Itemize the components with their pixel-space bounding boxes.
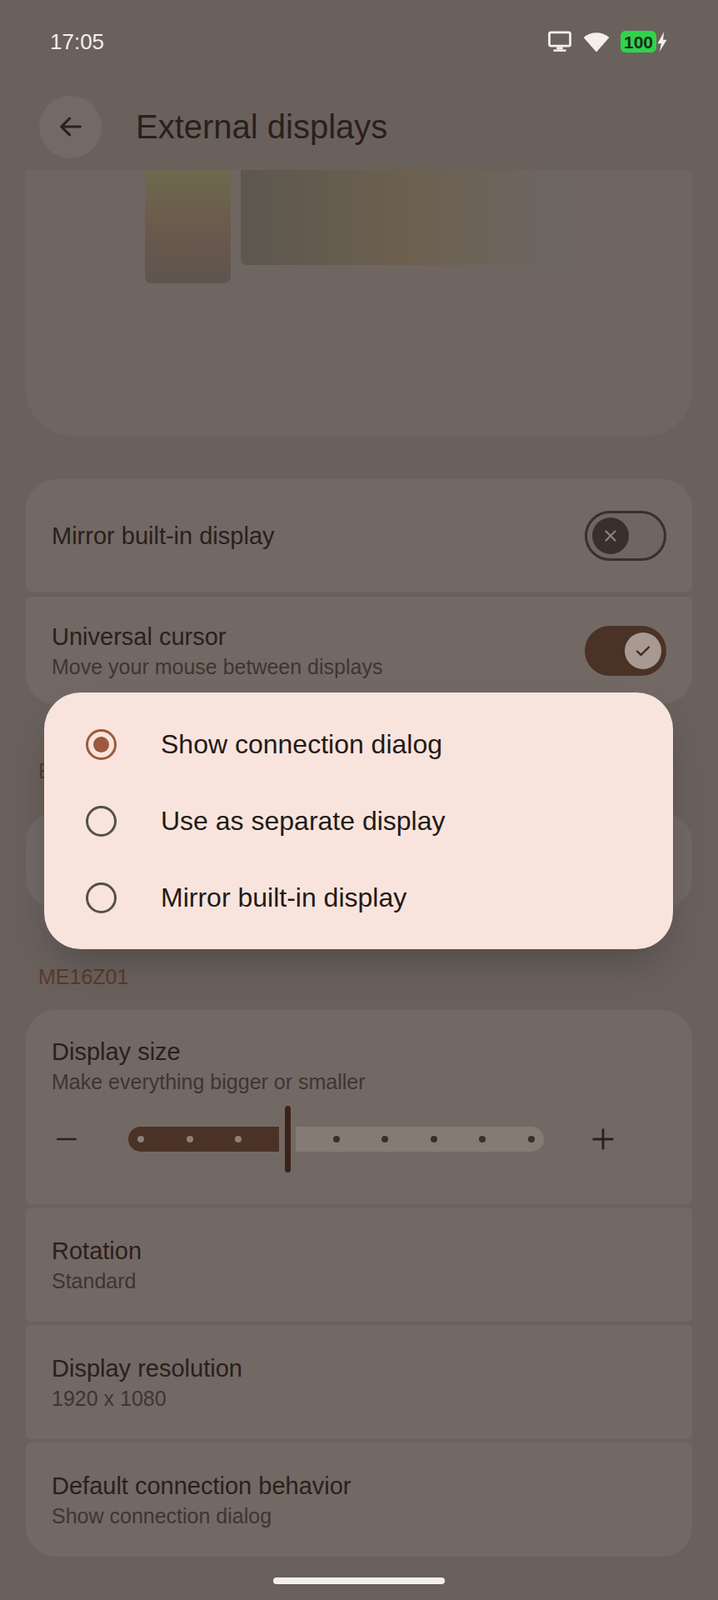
increase-button[interactable] [543,1113,628,1164]
slider-tick [137,1135,145,1142]
external-display-preview[interactable] [240,169,573,265]
minus-icon [53,1125,80,1152]
check-icon [633,640,654,661]
radio-option[interactable]: Show connection dialog [44,705,674,783]
battery-indicator: 100 [620,30,669,53]
plus-icon [588,1124,618,1153]
setting-row[interactable]: Default connection behaviorShow connecti… [25,1441,693,1556]
slider-thumb[interactable] [284,1105,291,1172]
display-size-slider[interactable] [128,1105,544,1172]
radio-option[interactable]: Mirror built-in display [44,858,674,936]
settings-screen: 17:05 100 External displays Mirror built-in… [0,0,718,1600]
back-button[interactable] [39,95,102,159]
slider-tick [333,1135,340,1142]
toggle-switch[interactable] [584,510,667,561]
display-preview-card [25,169,693,436]
cast-display-icon [547,29,573,54]
radio-button[interactable] [85,805,117,837]
slider-tick [186,1135,194,1142]
navigation-handle[interactable] [273,1576,445,1584]
connection-behavior-dialog: Show connection dialogUse as separate di… [44,692,674,949]
decrease-button[interactable] [51,1113,129,1164]
back-arrow-icon [56,112,85,141]
radio-option[interactable]: Use as separate display [44,782,674,859]
radio-button[interactable] [85,728,117,760]
setting-row[interactable]: RotationStandard [25,1206,693,1322]
setting-row[interactable]: Display resolution1920 x 1080 [25,1324,693,1439]
radio-button[interactable] [85,882,117,913]
built-in-display-preview[interactable] [144,169,231,284]
wifi-icon [582,29,611,54]
clock: 17:05 [49,25,105,59]
display-size-card: Display sizeMake everything bigger or sm… [25,1009,693,1204]
page-title: External displays [135,101,388,152]
toggle-row[interactable]: Universal cursorMove your mouse between … [25,596,693,704]
slider-tick [430,1135,438,1142]
close-icon [601,526,620,545]
display-name: ME16Z01 [0,963,718,989]
status-bar: 17:05 100 [0,0,718,84]
charging-bolt-icon [656,31,669,52]
slider-tick [528,1135,535,1142]
app-bar: External displays [0,83,718,170]
toggle-row[interactable]: Mirror built-in display [25,478,693,592]
toggle-switch[interactable] [584,625,667,676]
